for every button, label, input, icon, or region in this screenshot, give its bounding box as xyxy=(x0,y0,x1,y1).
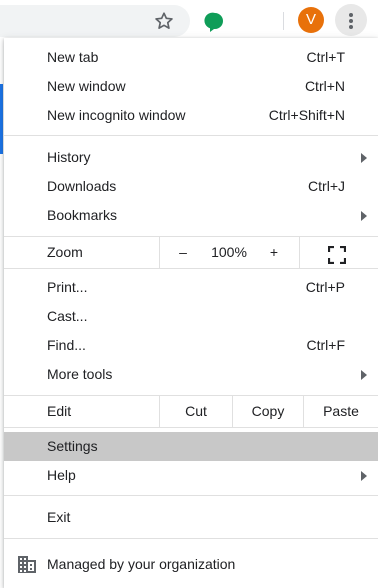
profile-avatar[interactable]: V xyxy=(298,7,324,33)
submenu-arrow-icon xyxy=(361,211,367,221)
submenu-arrow-icon xyxy=(361,153,367,163)
menu-item-downloads[interactable]: Downloads Ctrl+J xyxy=(4,172,378,201)
browser-toolbar: V xyxy=(0,0,378,40)
menu-item-label: Find... xyxy=(47,337,86,353)
chrome-menu: New tab Ctrl+T New window Ctrl+N New inc… xyxy=(4,38,378,588)
menu-item-history[interactable]: History xyxy=(4,143,378,172)
menu-item-find[interactable]: Find... Ctrl+F xyxy=(4,331,378,360)
zoom-divider xyxy=(299,237,300,268)
menu-item-shortcut: Ctrl+Shift+N xyxy=(268,107,345,123)
menu-item-cast[interactable]: Cast... xyxy=(4,302,378,331)
menu-item-label: History xyxy=(47,149,91,165)
cut-button[interactable]: Cut xyxy=(160,396,232,427)
menu-separator xyxy=(4,135,378,136)
menu-item-new-tab[interactable]: New tab Ctrl+T xyxy=(4,43,378,72)
menu-item-shortcut: Ctrl+J xyxy=(308,178,345,194)
menu-separator xyxy=(4,268,378,269)
submenu-arrow-icon xyxy=(361,471,367,481)
building-icon xyxy=(17,554,37,574)
zoom-row: Zoom – 100% + xyxy=(4,237,378,268)
menu-item-new-incognito[interactable]: New incognito window Ctrl+Shift+N xyxy=(4,101,378,130)
extension-icon[interactable] xyxy=(204,11,226,33)
menu-item-label: Exit xyxy=(47,509,71,525)
menu-item-label: More tools xyxy=(47,366,113,382)
copy-button[interactable]: Copy xyxy=(233,396,303,427)
zoom-value: 100% xyxy=(211,244,247,260)
zoom-label: Zoom xyxy=(47,244,83,260)
paste-button[interactable]: Paste xyxy=(304,396,378,427)
star-icon[interactable] xyxy=(153,10,175,32)
menu-item-shortcut: Ctrl+N xyxy=(304,78,345,94)
menu-item-print[interactable]: Print... Ctrl+P xyxy=(4,273,378,302)
menu-item-bookmarks[interactable]: Bookmarks xyxy=(4,201,378,230)
toolbar-separator xyxy=(283,12,284,30)
more-vert-icon[interactable] xyxy=(335,4,367,36)
zoom-divider xyxy=(159,237,160,268)
menu-item-new-window[interactable]: New window Ctrl+N xyxy=(4,72,378,101)
menu-item-label: New incognito window xyxy=(47,107,186,123)
menu-item-label: New tab xyxy=(47,49,99,65)
menu-item-label: Cast... xyxy=(47,308,88,324)
menu-item-settings[interactable]: Settings xyxy=(4,432,378,461)
menu-item-shortcut: Ctrl+F xyxy=(306,337,346,353)
zoom-in-button[interactable]: + xyxy=(264,237,284,268)
edit-row: Edit Cut Copy Paste xyxy=(4,396,378,427)
page-accent-bar xyxy=(0,84,3,154)
menu-item-label: Print... xyxy=(47,279,88,295)
fullscreen-icon[interactable] xyxy=(327,244,347,265)
zoom-out-button[interactable]: – xyxy=(173,237,193,268)
menu-item-shortcut: Ctrl+P xyxy=(305,279,345,295)
edit-label: Edit xyxy=(47,403,72,419)
submenu-arrow-icon xyxy=(361,370,367,380)
managed-by-organization-link[interactable]: Managed by your organization xyxy=(47,550,235,579)
menu-separator xyxy=(4,495,378,496)
menu-separator xyxy=(4,538,378,539)
menu-item-exit[interactable]: Exit xyxy=(4,503,378,532)
menu-item-label: Settings xyxy=(47,438,98,454)
menu-item-label: Bookmarks xyxy=(47,207,118,223)
menu-item-shortcut: Ctrl+T xyxy=(306,49,346,65)
menu-item-label: Downloads xyxy=(47,178,117,194)
menu-item-more-tools[interactable]: More tools xyxy=(4,360,378,389)
menu-item-label: New window xyxy=(47,78,126,94)
menu-item-help[interactable]: Help xyxy=(4,461,378,490)
menu-item-label: Help xyxy=(47,467,76,483)
menu-separator xyxy=(4,427,378,428)
